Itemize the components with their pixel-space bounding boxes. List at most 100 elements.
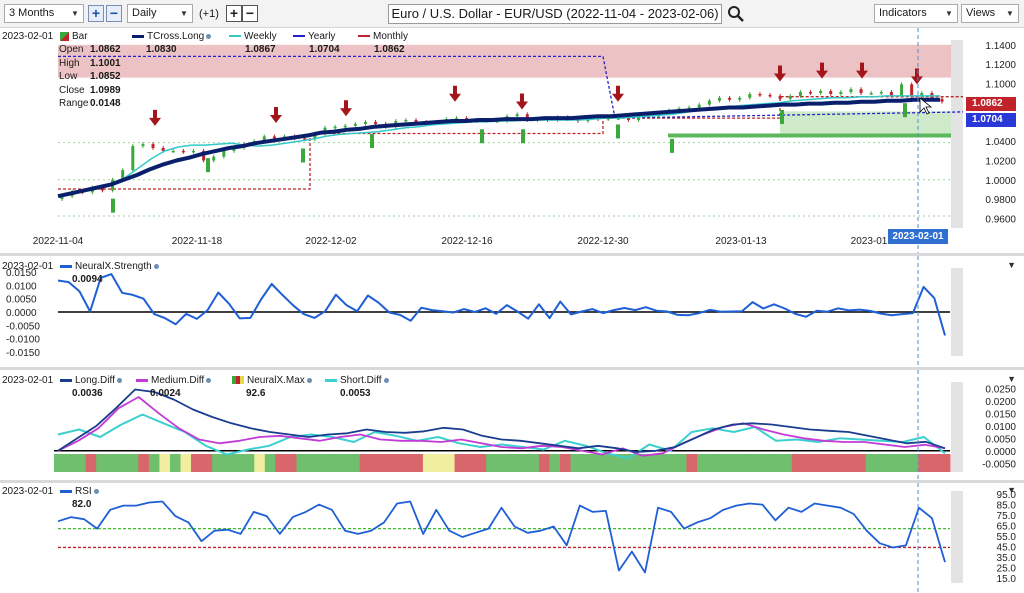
rsi-panel[interactable]: 95.0 85.0 75.0 65.0 55.0 45.0 35.0 25.0 15.0 202… [0, 483, 1024, 593]
candle-body [404, 120, 408, 122]
strength-line [57, 273, 946, 336]
x-tick-label: 2022-11-18 [172, 236, 223, 247]
search-icon[interactable] [727, 5, 745, 23]
neuralx-max-band [675, 454, 687, 472]
settings-dot-icon[interactable] [383, 377, 389, 383]
ohlc-label: Open [59, 44, 84, 55]
y-tick-label: 1.1400 [985, 41, 1016, 52]
neuralx-max-band [444, 454, 456, 472]
neuralx-max-band [486, 454, 498, 472]
neuralx-max-band [812, 454, 825, 472]
settings-dot-icon[interactable] [206, 33, 212, 39]
legend-short-diff-value: 0.0053 [340, 388, 371, 399]
line-legend-icon [132, 34, 144, 38]
price-panel[interactable]: 1.14001.12001.10001.08001.06001.04001.02… [0, 28, 1024, 253]
neuralx-max-band [275, 454, 287, 472]
candle-body [181, 150, 185, 153]
rsi-chart[interactable]: 95.085.075.065.055.045.035.025.015.0 [0, 483, 1024, 593]
price-date: 2023-02-01 [2, 31, 54, 42]
add-range-button[interactable]: + [88, 5, 104, 22]
dash-legend-icon [293, 35, 305, 38]
candle-body [819, 91, 823, 94]
indicators-button[interactable]: Indicators ▼ [874, 4, 958, 23]
neuralx-max-band [855, 454, 867, 472]
neuralx-max-band [96, 454, 108, 472]
add-offset-button[interactable]: + [226, 5, 242, 22]
neuralx-max-band [918, 454, 930, 472]
neuralx-max-band [243, 454, 255, 472]
y-tick-label: 0.0250 [985, 384, 1016, 395]
neuralx-max-band [644, 454, 656, 472]
sell-arrow-icon [270, 106, 282, 123]
neuralx-max-band [465, 454, 477, 472]
settings-dot-icon[interactable] [116, 377, 122, 383]
strength-panel[interactable]: 0.0150 0.0100 0.0050 0.0000 -0.0050 -0.0100 -0… [0, 256, 1024, 367]
views-button[interactable]: Views ▼ [961, 4, 1019, 23]
future-area [951, 268, 963, 356]
neuralx-max-band [686, 454, 698, 472]
candle-body [879, 92, 883, 94]
legend-neuralx-max-value: 92.6 [246, 388, 266, 399]
neuralx-max-band [264, 454, 276, 472]
future-area [951, 40, 963, 228]
collapse-icon[interactable]: ▼ [1007, 374, 1016, 384]
y-tick-label: -0.0050 [982, 459, 1016, 470]
candle-body [333, 126, 337, 129]
neuralx-max-band [834, 454, 846, 472]
legend-short-diff-name: Short.Diff [340, 375, 382, 386]
neuralx-max-band [75, 454, 87, 472]
remove-range-button[interactable]: − [106, 5, 122, 22]
strength-date: 2023-02-01 [2, 261, 54, 272]
collapse-icon[interactable]: ▼ [1007, 260, 1016, 270]
settings-dot-icon[interactable] [93, 488, 99, 494]
neuralx-max-band [939, 454, 951, 472]
settings-dot-icon[interactable] [206, 377, 212, 383]
neuralx-max-band [570, 454, 582, 472]
candle-body [222, 150, 226, 157]
diff-panel[interactable]: 0.0250 0.0200 0.0150 0.0100 0.0050 0.0000 -0.0… [0, 370, 1024, 480]
neuralx-max-band [665, 454, 677, 472]
neuralx-max-band [928, 454, 940, 472]
settings-dot-icon[interactable] [153, 263, 159, 269]
neuralx-max-band [191, 454, 203, 472]
buy-signal-bar [616, 124, 620, 139]
neuralx-max-band [296, 454, 308, 472]
x-tick-label: 2022-12-16 [441, 236, 493, 247]
settings-dot-icon[interactable] [306, 377, 312, 383]
y-tick-label: 35.0 [997, 553, 1017, 564]
y-tick-label: 0.0200 [985, 397, 1016, 408]
interval-select[interactable]: Daily ▼ [127, 4, 193, 23]
neuralx-max-band [359, 454, 371, 472]
legend-bar: Bar [60, 31, 88, 43]
neuralx-max-band [127, 454, 139, 472]
candle-body [809, 92, 813, 94]
neuralx-max-band [739, 454, 751, 472]
y-tick-label: 75.0 [997, 511, 1017, 522]
legend-weekly-name: Weekly [244, 31, 277, 42]
x-tick-label: 2022-12-30 [577, 236, 629, 247]
legend-tcross-value: 1.0830 [146, 44, 177, 55]
legend-tcross-name: TCross.Long [147, 31, 205, 42]
remove-offset-button[interactable]: − [242, 5, 258, 22]
plus-icon: + [229, 5, 239, 21]
neuralx-max-band [254, 454, 266, 472]
candle-body [849, 89, 853, 93]
resistance-zone [58, 44, 963, 78]
y-tick-label: 65.0 [997, 522, 1017, 533]
plus-icon: + [91, 5, 101, 21]
bar-legend-icon [60, 31, 69, 41]
future-area [951, 491, 963, 583]
price-chart[interactable]: 1.14001.12001.10001.08001.06001.04001.02… [0, 28, 1024, 253]
minus-icon: − [109, 5, 119, 21]
line-legend-icon [60, 378, 72, 382]
x-tick-label: 2022-12-02 [305, 236, 357, 247]
neuralx-max-band [422, 454, 434, 472]
range-select[interactable]: 3 Months ▼ [4, 4, 84, 23]
diff-date: 2023-02-01 [2, 375, 54, 386]
neuralx-max-band [602, 454, 614, 472]
neuralx-max-band [85, 454, 97, 472]
range-select-value: 3 Months [9, 7, 55, 19]
symbol-title[interactable]: Euro / U.S. Dollar - EUR/USD (2022-11-04… [388, 4, 722, 24]
collapse-icon[interactable]: ▼ [1007, 485, 1016, 495]
ohlc-value: 0.0148 [90, 98, 121, 109]
